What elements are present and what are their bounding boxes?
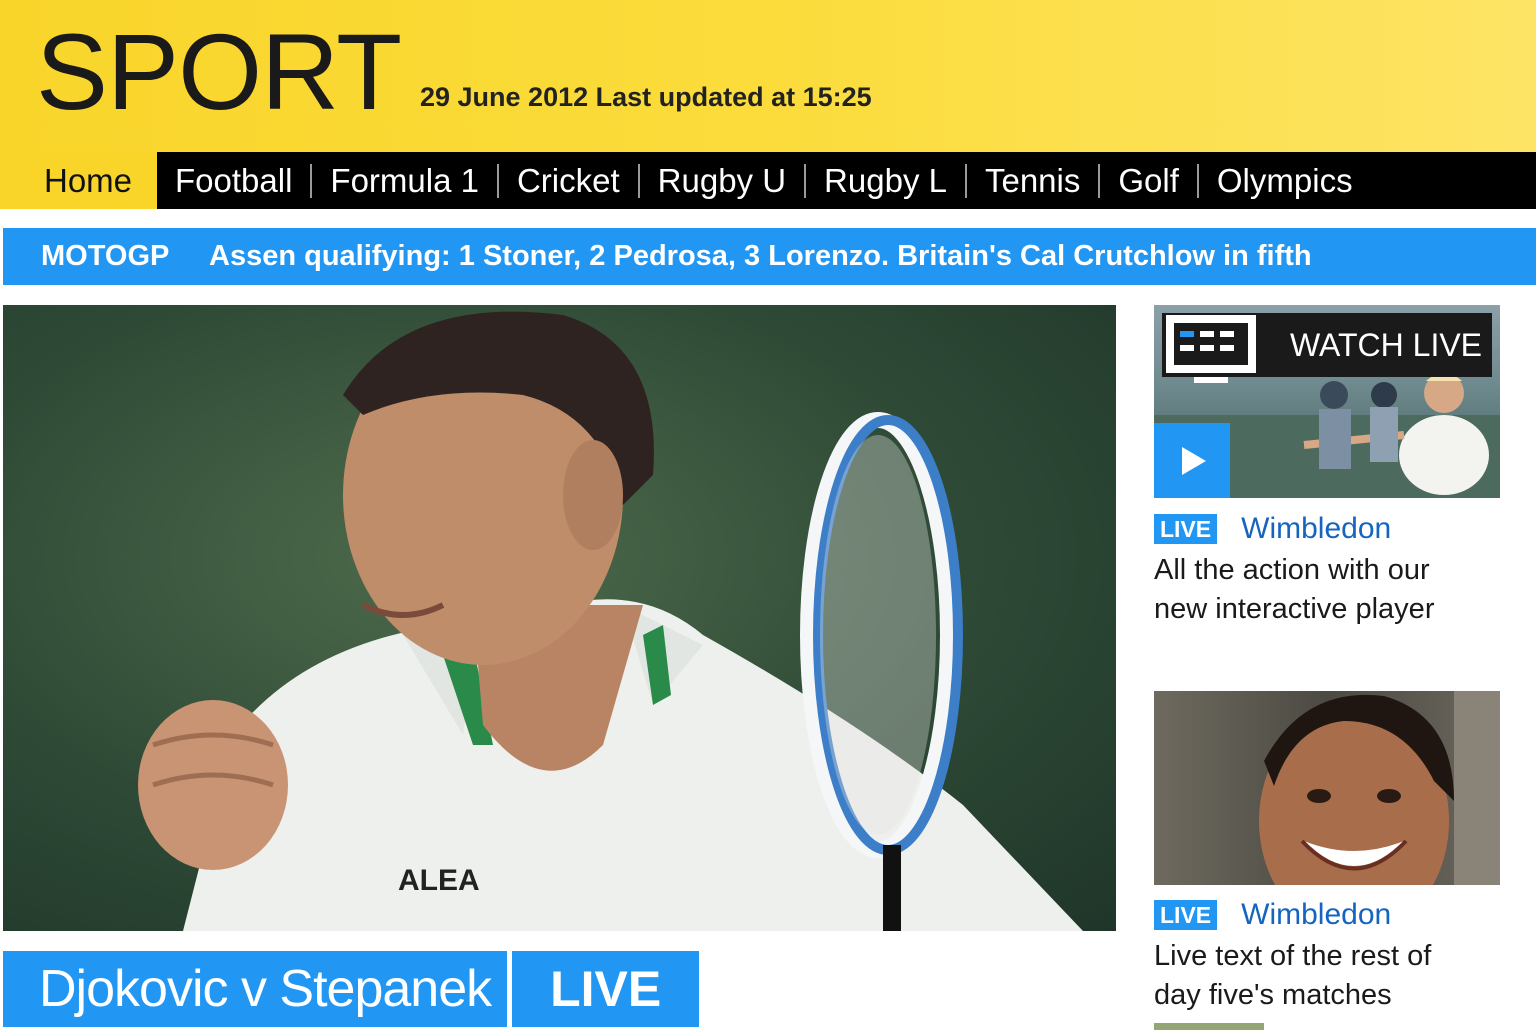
play-button[interactable]: [1154, 423, 1230, 498]
ticker-tag: MOTOGP: [41, 240, 170, 272]
hero-image[interactable]: ALEA: [3, 305, 1116, 931]
nav-item-tennis[interactable]: Tennis: [967, 152, 1098, 209]
sidebar-item-2-title[interactable]: Wimbledon: [1241, 898, 1391, 932]
headline-bar: Djokovic v Stepanek LIVE: [3, 951, 700, 1027]
play-icon: [1182, 447, 1206, 475]
breaking-news-ticker[interactable]: MOTOGP Assen qualifying: 1 Stoner, 2 Ped…: [3, 228, 1536, 285]
nav-item-rugby-union[interactable]: Rugby U: [640, 152, 804, 209]
smiling-player-illustration: [1259, 691, 1500, 885]
sidebar-item-1-header: LIVE Wimbledon: [1154, 512, 1391, 546]
nav-item-cricket[interactable]: Cricket: [499, 152, 638, 209]
nav-item-home[interactable]: Home: [0, 152, 157, 209]
watch-live-banner: WATCH LIVE: [1162, 313, 1492, 383]
nav-item-golf[interactable]: Golf: [1100, 152, 1197, 209]
watch-live-label: WATCH LIVE: [1290, 327, 1483, 363]
wimbledon-photo[interactable]: [1154, 691, 1500, 885]
sidebar-item-1-title[interactable]: Wimbledon: [1241, 512, 1391, 546]
hero-headline[interactable]: Djokovic v Stepanek: [3, 951, 508, 1027]
watch-live-promo[interactable]: WATCH LIVE: [1154, 305, 1500, 498]
site-header: SPORT 29 June 2012 Last updated at 15:25: [0, 0, 1536, 152]
hero-live-tag[interactable]: LIVE: [512, 951, 700, 1027]
main-nav: Home Football Formula 1 Cricket Rugby U …: [0, 152, 1536, 209]
live-badge: LIVE: [1154, 900, 1218, 930]
truncated-section-label: [1154, 1023, 1264, 1030]
tv-icon: [1166, 315, 1256, 383]
nav-item-rugby-league[interactable]: Rugby L: [806, 152, 965, 209]
desc-line: new interactive player: [1154, 593, 1435, 625]
nav-item-formula-1[interactable]: Formula 1: [312, 152, 497, 209]
desc-line: All the action with our: [1154, 554, 1430, 586]
sidebar-item-2-header: LIVE Wimbledon: [1154, 898, 1391, 932]
ticker-text[interactable]: Assen qualifying: 1 Stoner, 2 Pedrosa, 3…: [209, 228, 1312, 285]
sidebar-item-1-desc[interactable]: All the action with our new interactive …: [1154, 551, 1500, 629]
last-updated-text: 29 June 2012 Last updated at 15:25: [420, 82, 872, 112]
desc-line: day five's matches: [1154, 979, 1392, 1011]
nav-item-olympics[interactable]: Olympics: [1199, 152, 1371, 209]
sidebar-item-2-desc[interactable]: Live text of the rest of day five's matc…: [1154, 937, 1500, 1015]
tennis-player-illustration: ALEA: [138, 311, 1083, 931]
desc-line: Live text of the rest of: [1154, 940, 1432, 972]
live-badge: LIVE: [1154, 514, 1218, 544]
sport-logo[interactable]: SPORT: [36, 18, 402, 126]
shirt-logo-text: ALEA: [398, 864, 480, 897]
nav-item-football[interactable]: Football: [157, 152, 310, 209]
